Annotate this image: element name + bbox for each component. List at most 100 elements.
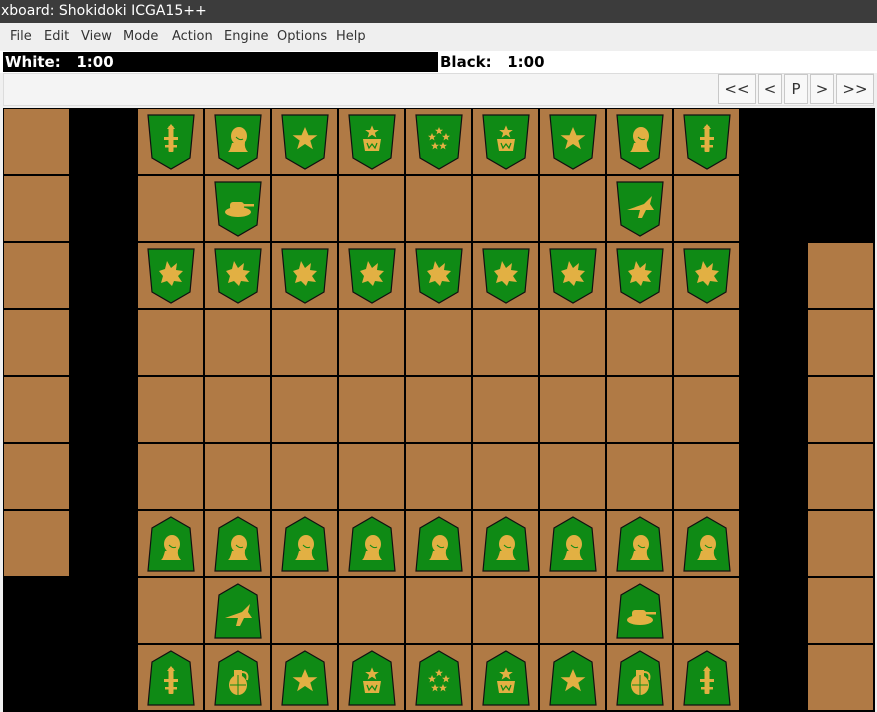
- menu-file[interactable]: File: [10, 29, 32, 44]
- menu-help[interactable]: Help: [336, 29, 366, 44]
- board-square[interactable]: [539, 376, 606, 443]
- piece-white[interactable]: [548, 649, 598, 707]
- piece-white[interactable]: [213, 582, 263, 640]
- holdings-square-left[interactable]: [3, 108, 70, 175]
- holdings-square-right[interactable]: [807, 443, 874, 510]
- board-square[interactable]: [673, 443, 740, 510]
- holdings-square-left[interactable]: [3, 376, 70, 443]
- piece-white[interactable]: [481, 515, 531, 573]
- piece-white[interactable]: [615, 515, 665, 573]
- piece-black[interactable]: [682, 247, 732, 305]
- board-square[interactable]: [271, 443, 338, 510]
- forward-button[interactable]: >: [810, 74, 834, 104]
- piece-black[interactable]: [682, 113, 732, 171]
- piece-white[interactable]: [414, 515, 464, 573]
- board-square[interactable]: [539, 443, 606, 510]
- board-square[interactable]: [271, 309, 338, 376]
- board-square[interactable]: [137, 577, 204, 644]
- piece-white[interactable]: [414, 649, 464, 707]
- piece-white[interactable]: [481, 649, 531, 707]
- holdings-square-left[interactable]: [3, 443, 70, 510]
- piece-black[interactable]: [548, 113, 598, 171]
- holdings-square-left[interactable]: [3, 242, 70, 309]
- holdings-square-left[interactable]: [3, 175, 70, 242]
- board-square[interactable]: [338, 443, 405, 510]
- pause-button[interactable]: P: [784, 74, 808, 104]
- holdings-square-right[interactable]: [807, 644, 874, 711]
- piece-black[interactable]: [414, 247, 464, 305]
- piece-black[interactable]: [146, 247, 196, 305]
- piece-white[interactable]: [280, 649, 330, 707]
- board-square[interactable]: [673, 309, 740, 376]
- first-move-button[interactable]: <<: [718, 74, 756, 104]
- board-square[interactable]: [539, 577, 606, 644]
- board-square[interactable]: [137, 376, 204, 443]
- piece-black[interactable]: [481, 113, 531, 171]
- board-square[interactable]: [204, 376, 271, 443]
- holdings-square-left[interactable]: [3, 309, 70, 376]
- piece-black[interactable]: [615, 180, 665, 238]
- piece-black[interactable]: [213, 247, 263, 305]
- piece-white[interactable]: [682, 515, 732, 573]
- menu-mode[interactable]: Mode: [123, 29, 158, 44]
- menu-action[interactable]: Action: [172, 29, 213, 44]
- board-square[interactable]: [673, 577, 740, 644]
- white-clock[interactable]: White: 1:00: [3, 52, 438, 72]
- board-square[interactable]: [472, 577, 539, 644]
- black-clock[interactable]: Black: 1:00: [438, 52, 874, 72]
- board-square[interactable]: [405, 376, 472, 443]
- board-square[interactable]: [271, 376, 338, 443]
- board-square[interactable]: [405, 175, 472, 242]
- piece-black[interactable]: [347, 113, 397, 171]
- piece-white[interactable]: [615, 649, 665, 707]
- piece-white[interactable]: [146, 515, 196, 573]
- board-square[interactable]: [137, 175, 204, 242]
- menu-options[interactable]: Options: [277, 29, 327, 44]
- piece-black[interactable]: [414, 113, 464, 171]
- board-square[interactable]: [338, 309, 405, 376]
- piece-black[interactable]: [615, 113, 665, 171]
- board-square[interactable]: [472, 175, 539, 242]
- board-square[interactable]: [137, 309, 204, 376]
- board-square[interactable]: [271, 175, 338, 242]
- board-square[interactable]: [338, 175, 405, 242]
- board-square[interactable]: [606, 309, 673, 376]
- piece-black[interactable]: [280, 113, 330, 171]
- piece-white[interactable]: [347, 515, 397, 573]
- piece-white[interactable]: [280, 515, 330, 573]
- board-square[interactable]: [204, 443, 271, 510]
- piece-white[interactable]: [213, 649, 263, 707]
- holdings-square-right[interactable]: [807, 242, 874, 309]
- piece-black[interactable]: [347, 247, 397, 305]
- board-square[interactable]: [204, 309, 271, 376]
- board-square[interactable]: [338, 577, 405, 644]
- back-button[interactable]: <: [758, 74, 782, 104]
- board-square[interactable]: [472, 309, 539, 376]
- holdings-square-right[interactable]: [807, 309, 874, 376]
- piece-white[interactable]: [146, 649, 196, 707]
- piece-white[interactable]: [548, 515, 598, 573]
- board-square[interactable]: [405, 443, 472, 510]
- piece-black[interactable]: [213, 113, 263, 171]
- board-square[interactable]: [405, 309, 472, 376]
- piece-black[interactable]: [615, 247, 665, 305]
- board-square[interactable]: [539, 175, 606, 242]
- holdings-square-right[interactable]: [807, 376, 874, 443]
- board-square[interactable]: [472, 376, 539, 443]
- board-square[interactable]: [271, 577, 338, 644]
- holdings-square-right[interactable]: [807, 510, 874, 577]
- piece-white[interactable]: [682, 649, 732, 707]
- piece-black[interactable]: [280, 247, 330, 305]
- menu-view[interactable]: View: [81, 29, 112, 44]
- piece-black[interactable]: [146, 113, 196, 171]
- piece-black[interactable]: [213, 180, 263, 238]
- last-move-button[interactable]: >>: [836, 74, 874, 104]
- menu-engine[interactable]: Engine: [224, 29, 269, 44]
- board-square[interactable]: [137, 443, 204, 510]
- piece-black[interactable]: [548, 247, 598, 305]
- piece-white[interactable]: [213, 515, 263, 573]
- piece-black[interactable]: [481, 247, 531, 305]
- board-square[interactable]: [539, 309, 606, 376]
- board-square[interactable]: [338, 376, 405, 443]
- piece-white[interactable]: [347, 649, 397, 707]
